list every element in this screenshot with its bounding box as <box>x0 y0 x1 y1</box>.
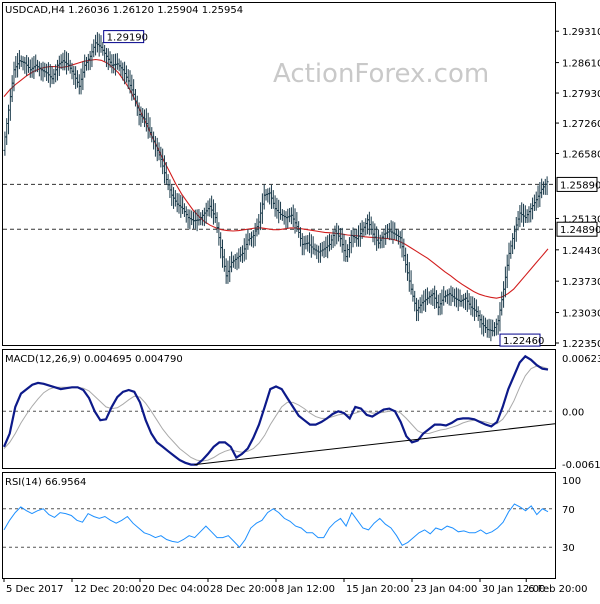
price-y-tick-label: 1.23030 <box>562 309 600 320</box>
price-y-tick-label: 1.23730 <box>562 277 600 288</box>
price-y-tick-label: 1.22350 <box>562 339 600 350</box>
price-y-tick-label: 1.27260 <box>562 119 600 130</box>
price-y-tick-label: 1.29310 <box>562 27 600 38</box>
x-tick-label: 5 Dec 2017 <box>6 584 64 595</box>
x-tick-label: 28 Dec 20:00 <box>210 584 277 595</box>
price-y-tick-label: 1.24430 <box>562 246 600 257</box>
rsi-label: RSI(14) 66.9564 <box>5 477 86 488</box>
macd-y-tick-label: -0.006163 <box>562 460 600 471</box>
watermark: ActionForex.com <box>273 59 489 89</box>
high-annotation-label: 1.29190 <box>107 33 148 44</box>
rsi-y-tick-label: 100 <box>562 476 581 487</box>
rsi-y-tick-label: 70 <box>562 505 575 516</box>
x-tick-label: 12 Dec 20:00 <box>74 584 141 595</box>
macd-y-tick-label: 0.00 <box>562 407 584 418</box>
price-y-tick-label: 1.26580 <box>562 150 600 161</box>
usdcad-chart: ActionForex.com USDCAD,H4 1.26036 1.2612… <box>0 0 600 600</box>
macd-y-tick-label: 0.006232 <box>562 354 600 365</box>
price-header: USDCAD,H4 1.26036 1.26120 1.25904 1.2595… <box>5 5 243 16</box>
x-tick-label: 15 Jan 20:00 <box>346 584 409 595</box>
x-tick-label: 23 Jan 04:00 <box>414 584 477 595</box>
chart-svg: ActionForex.com USDCAD,H4 1.26036 1.2612… <box>0 0 600 600</box>
x-tick-label: 20 Dec 04:00 <box>142 584 209 595</box>
price-y-tick-label: 1.28610 <box>562 59 600 70</box>
rsi-y-tick-label: 30 <box>562 543 575 554</box>
price-y-tick-label: 1.27930 <box>562 89 600 100</box>
price-level-label: 1.25890 <box>560 180 600 191</box>
price-level-label: 1.24890 <box>560 225 600 236</box>
macd-label: MACD(12,26,9) 0.004695 0.004790 <box>5 354 183 365</box>
x-tick-label: 8 Jan 12:00 <box>278 584 335 595</box>
low-annotation-label: 1.22460 <box>503 336 544 347</box>
x-tick-label: 6 Feb 20:00 <box>528 584 587 595</box>
